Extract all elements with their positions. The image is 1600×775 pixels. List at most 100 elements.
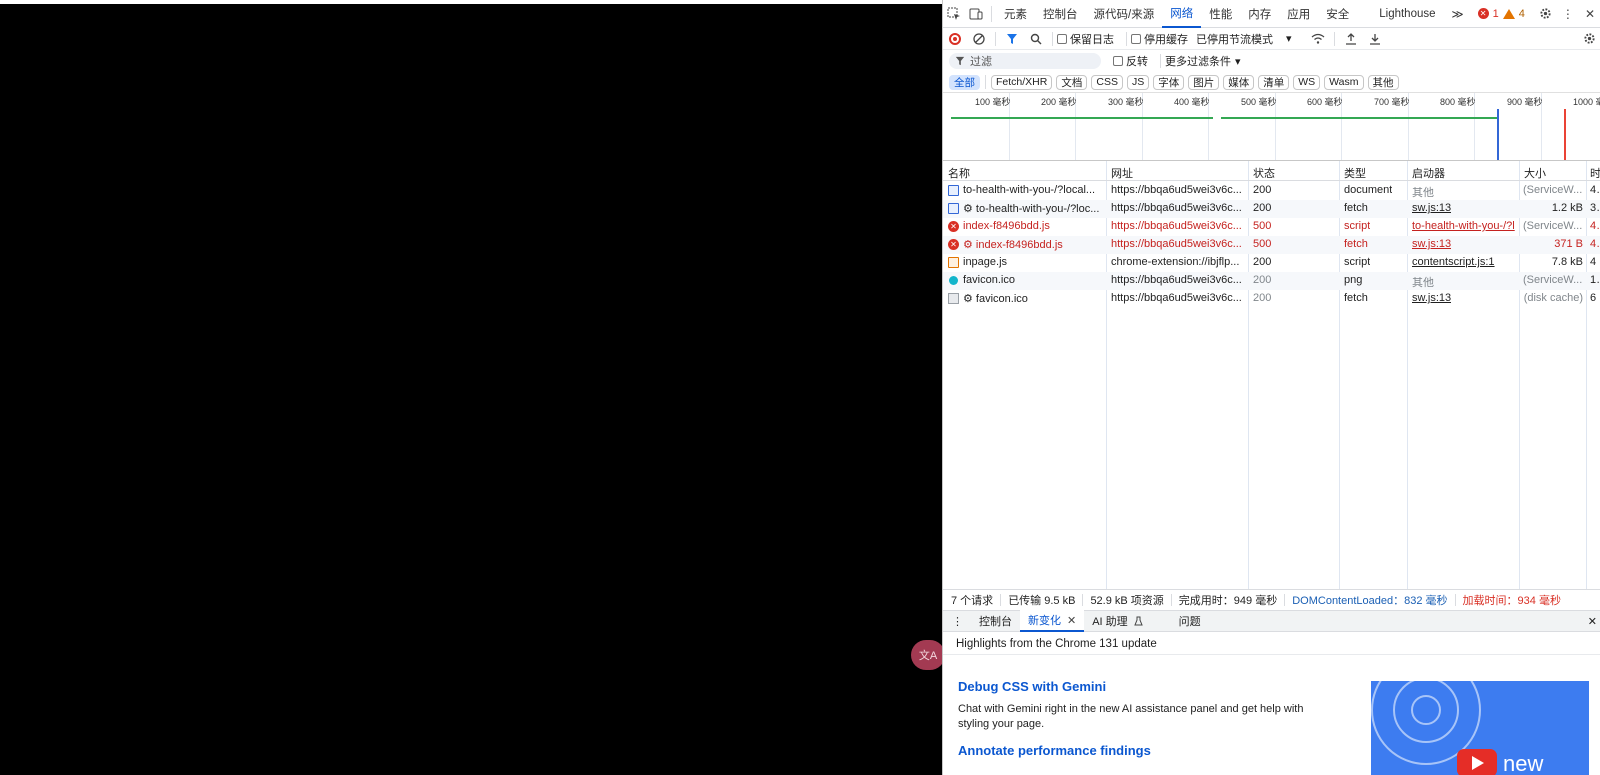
request-status: 500 xyxy=(1253,238,1272,250)
upload-icon[interactable] xyxy=(1339,28,1363,50)
feature-link-debug-css[interactable]: Debug CSS with Gemini xyxy=(958,679,1106,694)
clear-icon[interactable] xyxy=(967,28,991,50)
request-initiator-link[interactable]: sw.js:13 xyxy=(1412,292,1451,304)
devtools-tabbar: 元素 控制台 源代码/来源 网络 性能 内存 应用 安全 Lighthouse … xyxy=(943,0,1600,28)
issue-counts[interactable]: ✕ 1 4 xyxy=(1477,8,1525,20)
request-name: index-f8496bdd.js xyxy=(963,220,1050,232)
disable-cache-checkbox[interactable]: 停用缓存 xyxy=(1131,31,1188,47)
column-header-status[interactable]: 状态 xyxy=(1253,165,1275,181)
invert-checkbox[interactable]: 反转 xyxy=(1113,53,1148,69)
drawer-tab-issues[interactable]: 问题 xyxy=(1171,610,1209,632)
column-header-size[interactable]: 大小 xyxy=(1524,165,1546,181)
drawer-tab-whats-new[interactable]: 新变化 ✕ xyxy=(1020,610,1085,632)
translate-badge[interactable]: 文A xyxy=(911,640,945,670)
preserve-log-checkbox[interactable]: 保留日志 xyxy=(1057,31,1114,47)
toolbar-separator xyxy=(1160,54,1161,68)
request-size: 1.2 kB xyxy=(1551,202,1583,214)
drawer-tab-ai-assistance[interactable]: AI 助理 xyxy=(1084,610,1150,632)
type-filter-doc[interactable]: 文档 xyxy=(1056,74,1088,90)
summary-separator xyxy=(1082,594,1084,606)
throttling-select[interactable]: 已停用节流模式 ▾ xyxy=(1196,31,1292,47)
type-filter-css[interactable]: CSS xyxy=(1091,74,1123,90)
table-row[interactable]: favicon.ico https://bbqa6ud5wei3v6c... 2… xyxy=(943,272,1600,290)
tab-performance[interactable]: 性能 xyxy=(1201,0,1240,28)
request-initiator-link[interactable]: sw.js:13 xyxy=(1412,202,1451,214)
tab-console[interactable]: 控制台 xyxy=(1035,0,1086,28)
table-row[interactable]: ⚙ to-health-with-you-/?loc... https://bb… xyxy=(943,200,1600,218)
column-header-type[interactable]: 类型 xyxy=(1344,165,1366,181)
network-conditions-icon[interactable] xyxy=(1306,28,1330,50)
type-filter-media[interactable]: 媒体 xyxy=(1223,74,1255,90)
type-filter-js[interactable]: JS xyxy=(1126,74,1150,90)
request-type: script xyxy=(1344,220,1371,232)
overview-tick: 400 毫秒 xyxy=(1174,97,1210,107)
type-filter-fetch-xhr[interactable]: Fetch/XHR xyxy=(991,74,1053,90)
play-icon[interactable] xyxy=(1457,749,1497,775)
network-toolbar: 保留日志 停用缓存 已停用节流模式 ▾ xyxy=(943,28,1600,50)
table-row[interactable]: inpage.js chrome-extension://ibjflp... 2… xyxy=(943,254,1600,272)
type-filter-other[interactable]: 其他 xyxy=(1367,74,1399,90)
table-row[interactable]: ⚙ favicon.ico https://bbqa6ud5wei3v6c...… xyxy=(943,290,1600,308)
toolbar-separator xyxy=(995,31,996,46)
more-vert-icon[interactable]: ⋮ xyxy=(1557,0,1579,28)
request-initiator-link[interactable]: contentscript.js:1 xyxy=(1412,256,1495,268)
type-filter-font[interactable]: 字体 xyxy=(1153,74,1185,90)
type-filter-manifest[interactable]: 清单 xyxy=(1258,74,1290,90)
drawer-tab-label: AI 助理 xyxy=(1092,616,1128,628)
overview-tick: 600 毫秒 xyxy=(1307,97,1343,107)
tab-security[interactable]: 安全 xyxy=(1318,0,1357,28)
device-toolbar-icon[interactable] xyxy=(965,0,987,28)
chevron-down-icon: ▾ xyxy=(1286,33,1292,45)
close-icon[interactable]: ✕ xyxy=(1067,614,1076,627)
table-row[interactable]: ✕ ⚙ index-f8496bdd.js https://bbqa6ud5we… xyxy=(943,236,1600,254)
filter-icon[interactable] xyxy=(1000,28,1024,50)
column-header-url[interactable]: 网址 xyxy=(1111,165,1133,181)
type-filter-wasm[interactable]: Wasm xyxy=(1324,74,1364,90)
load-time: 加载时间：934 毫秒 xyxy=(1462,595,1561,607)
inspect-element-icon[interactable] xyxy=(943,0,965,28)
close-icon[interactable]: ✕ xyxy=(1579,0,1600,28)
search-icon[interactable] xyxy=(1024,28,1048,50)
column-header-time[interactable]: 时 xyxy=(1590,165,1600,181)
chip-separator xyxy=(985,75,986,89)
tab-application[interactable]: 应用 xyxy=(1279,0,1318,28)
tab-elements[interactable]: 元素 xyxy=(996,0,1035,28)
flask-icon xyxy=(1133,616,1143,626)
column-header-name[interactable]: 名称 xyxy=(948,165,970,181)
request-size: (ServiceW... xyxy=(1523,274,1583,286)
type-filter-img[interactable]: 图片 xyxy=(1188,74,1220,90)
feature-link-annotate-performance[interactable]: Annotate performance findings xyxy=(958,743,1151,758)
network-summary-bar: 7 个请求 已传输 9.5 kB 52.9 kB 项资源 完成用时：949 毫秒… xyxy=(943,589,1600,610)
type-filter-all[interactable]: 全部 xyxy=(949,74,980,90)
drawer-tabbar: ⋮ 控制台 新变化 ✕ AI 助理 问题 ✕ xyxy=(943,610,1600,632)
request-name: inpage.js xyxy=(963,256,1008,268)
request-initiator-link[interactable]: sw.js:13 xyxy=(1412,238,1451,250)
request-type: fetch xyxy=(1344,238,1368,250)
download-icon[interactable] xyxy=(1363,28,1387,50)
gear-icon[interactable] xyxy=(1535,0,1557,28)
request-initiator-link[interactable]: to-health-with-you-/?l xyxy=(1412,220,1518,232)
request-status: 200 xyxy=(1253,274,1272,286)
tab-network[interactable]: 网络 xyxy=(1162,0,1202,28)
tab-sources[interactable]: 源代码/来源 xyxy=(1086,0,1163,28)
script-icon xyxy=(948,257,959,268)
devtools-panel: 元素 控制台 源代码/来源 网络 性能 内存 应用 安全 Lighthouse … xyxy=(942,0,1600,775)
table-row[interactable]: to-health-with-you-/?local... https://bb… xyxy=(943,182,1600,200)
tab-lighthouse[interactable]: Lighthouse xyxy=(1371,0,1443,28)
drawer-menu-icon[interactable]: ⋮ xyxy=(943,610,971,632)
tab-memory[interactable]: 内存 xyxy=(1240,0,1279,28)
network-overview[interactable]: 100 毫秒 200 毫秒 300 毫秒 400 毫秒 500 毫秒 600 毫… xyxy=(943,92,1600,161)
column-header-initiator[interactable]: 启动器 xyxy=(1412,165,1445,181)
more-tabs-button[interactable]: ≫ xyxy=(1444,0,1472,28)
drawer-tab-console[interactable]: 控制台 xyxy=(971,610,1020,632)
table-row[interactable]: ✕ index-f8496bdd.js https://bbqa6ud5wei3… xyxy=(943,218,1600,236)
close-drawer-icon[interactable]: ✕ xyxy=(1580,610,1600,632)
error-icon: ✕ xyxy=(1477,8,1489,19)
whats-new-video-thumbnail[interactable]: new xyxy=(1371,681,1589,775)
request-initiator: 其他 xyxy=(1412,277,1434,289)
network-settings-icon[interactable] xyxy=(1577,28,1600,50)
type-filter-ws[interactable]: WS xyxy=(1293,74,1321,90)
filter-input[interactable]: 过滤 xyxy=(949,53,1101,69)
more-filters-dropdown[interactable]: 更多过滤条件 ▾ xyxy=(1165,53,1241,69)
record-icon[interactable] xyxy=(943,28,967,50)
